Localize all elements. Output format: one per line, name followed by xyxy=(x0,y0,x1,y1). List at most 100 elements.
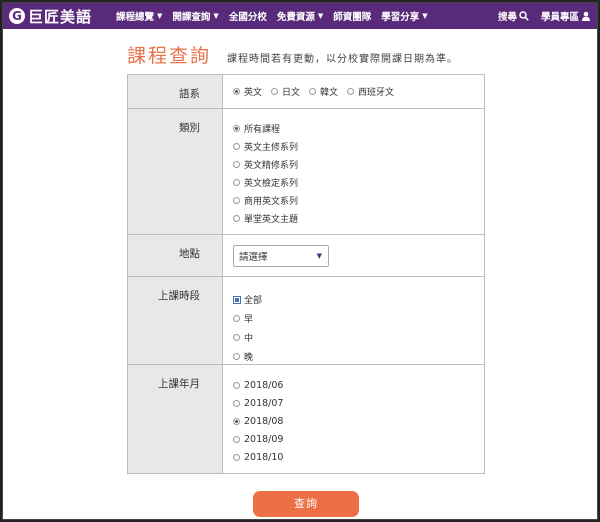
main-menu: 課程總覽 ▼ 開課查詢 ▼ 全國分校 免費資源 ▼ 師資團隊 學習分享 ▼ xyxy=(111,9,486,23)
option-label: 西班牙文 xyxy=(358,88,395,98)
radio-category-single-topic[interactable]: 單堂英文主題 xyxy=(233,209,484,227)
option-label: 日文 xyxy=(282,88,301,98)
radio-indicator xyxy=(233,196,240,204)
radio-indicator xyxy=(347,88,355,95)
form-row-language: 語系 英文 日文 韓文 西班牙文 xyxy=(128,75,484,109)
radio-indicator xyxy=(233,315,240,322)
right-menu: 搜尋 學員專區 xyxy=(486,9,591,23)
radio-indicator xyxy=(233,88,240,95)
menu-item-label: 開課查詢 xyxy=(172,12,211,23)
search-label: 搜尋 xyxy=(497,12,517,23)
radio-time-noon[interactable]: 中 xyxy=(233,328,484,347)
field-label: 地點 xyxy=(128,235,223,276)
form-row-location: 地點 請選擇 ▼ xyxy=(128,235,484,277)
caret-down-icon: ▼ xyxy=(422,12,428,20)
option-label: 全部 xyxy=(244,296,263,306)
radio-indicator xyxy=(233,178,240,186)
form-row-category: 類別 所有課程 英文主修系列 英文精修系列 英文檢定系列 商用英文系列 單堂英文… xyxy=(128,109,484,235)
radio-language-english[interactable]: 英文 xyxy=(233,85,262,98)
option-label: 英文 xyxy=(244,88,263,98)
page-frame: G 巨匠美語 課程總覽 ▼ 開課查詢 ▼ 全國分校 免費資源 ▼ 師資團隊 學習… xyxy=(2,2,598,520)
course-search-form: 語系 英文 日文 韓文 西班牙文 類別 所有課程 英文主修系列 英文精修系列 英… xyxy=(127,74,485,474)
radio-language-spanish[interactable]: 西班牙文 xyxy=(347,85,394,98)
radio-indicator xyxy=(233,417,240,425)
menu-item-label: 全國分校 xyxy=(228,12,267,23)
radio-indicator xyxy=(271,88,279,95)
menu-item-label: 課程總覽 xyxy=(116,12,155,23)
logo-text: 巨匠美語 xyxy=(28,7,93,26)
member-label: 學員專區 xyxy=(540,12,579,23)
radio-time-evening[interactable]: 晚 xyxy=(233,347,484,366)
select-value: 請選擇 xyxy=(239,251,268,263)
menu-item-label: 免費資源 xyxy=(276,12,315,23)
option-label: 英文精修系列 xyxy=(244,160,299,171)
radio-indicator xyxy=(233,142,240,150)
radio-language-japanese[interactable]: 日文 xyxy=(271,85,300,98)
month-options: 2018/06 2018/07 2018/08 2018/09 2018/10 xyxy=(223,365,484,473)
radio-month-2018-09[interactable]: 2018/09 xyxy=(233,430,484,448)
caret-down-icon: ▼ xyxy=(157,12,163,20)
radio-month-2018-08[interactable]: 2018/08 xyxy=(233,412,484,430)
radio-language-korean[interactable]: 韓文 xyxy=(309,85,338,98)
option-label: 早 xyxy=(244,315,254,325)
radio-indicator xyxy=(233,353,240,360)
search-link[interactable]: 搜尋 xyxy=(498,9,529,23)
logo[interactable]: G 巨匠美語 xyxy=(3,6,111,27)
radio-category-major[interactable]: 英文主修系列 xyxy=(233,137,484,155)
menu-item-free-resources[interactable]: 免費資源 ▼ xyxy=(272,9,328,23)
radio-indicator xyxy=(233,399,240,407)
field-label: 上課年月 xyxy=(128,365,223,473)
radio-month-2018-07[interactable]: 2018/07 xyxy=(233,394,484,412)
option-label: 2018/06 xyxy=(244,379,284,391)
time-options: 全部 早 中 晚 xyxy=(223,277,484,364)
radio-indicator xyxy=(233,160,240,168)
menu-item-teachers[interactable]: 師資團隊 xyxy=(328,9,376,23)
radio-indicator xyxy=(233,214,240,222)
page-note: 課程時間若有更動，以分校實際開課日期為準。 xyxy=(227,54,459,65)
option-label: 英文檢定系列 xyxy=(244,178,299,189)
option-label: 2018/09 xyxy=(244,433,284,445)
member-area-link[interactable]: 學員專區 xyxy=(541,9,591,23)
radio-time-morning[interactable]: 早 xyxy=(233,309,484,328)
radio-indicator xyxy=(233,124,240,132)
field-label: 語系 xyxy=(128,75,223,108)
option-label: 商用英文系列 xyxy=(244,196,299,207)
search-submit-button[interactable]: 查詢 xyxy=(253,491,359,517)
menu-item-label: 學習分享 xyxy=(381,12,420,23)
radio-indicator xyxy=(309,88,317,95)
option-label: 2018/08 xyxy=(244,415,284,427)
menu-item-learning-share[interactable]: 學習分享 ▼ xyxy=(376,9,432,23)
option-label: 晚 xyxy=(244,353,254,363)
search-icon xyxy=(519,11,529,21)
option-label: 2018/10 xyxy=(244,451,284,463)
caret-down-icon: ▼ xyxy=(213,12,219,20)
radio-category-business[interactable]: 商用英文系列 xyxy=(233,191,484,209)
form-row-time: 上課時段 全部 早 中 晚 xyxy=(128,277,484,365)
radio-month-2018-10[interactable]: 2018/10 xyxy=(233,448,484,466)
logo-mark-icon: G xyxy=(9,8,25,24)
radio-category-intensive[interactable]: 英文精修系列 xyxy=(233,155,484,173)
menu-item-class-search[interactable]: 開課查詢 ▼ xyxy=(167,9,223,23)
page-header: 課程查詢 課程時間若有更動，以分校實際開課日期為準。 xyxy=(127,41,458,68)
menu-item-branches[interactable]: 全國分校 xyxy=(224,9,272,23)
option-label: 中 xyxy=(244,334,254,344)
category-options: 所有課程 英文主修系列 英文精修系列 英文檢定系列 商用英文系列 單堂英文主題 xyxy=(223,109,484,234)
top-nav: G 巨匠美語 課程總覽 ▼ 開課查詢 ▼ 全國分校 免費資源 ▼ 師資團隊 學習… xyxy=(3,3,597,29)
form-row-month: 上課年月 2018/06 2018/07 2018/08 2018/09 201… xyxy=(128,365,484,473)
checkbox-indicator xyxy=(233,295,241,304)
radio-month-2018-06[interactable]: 2018/06 xyxy=(233,376,484,394)
user-icon xyxy=(582,11,590,21)
radio-indicator xyxy=(233,381,240,389)
location-field: 請選擇 ▼ xyxy=(223,235,484,276)
checkbox-time-all[interactable]: 全部 xyxy=(233,290,484,309)
field-label: 上課時段 xyxy=(128,277,223,364)
radio-category-all[interactable]: 所有課程 xyxy=(233,119,484,137)
radio-indicator xyxy=(233,435,240,443)
chevron-down-icon: ▼ xyxy=(316,251,322,260)
radio-indicator xyxy=(233,453,240,461)
menu-item-course-overview[interactable]: 課程總覽 ▼ xyxy=(111,9,167,23)
radio-category-certification[interactable]: 英文檢定系列 xyxy=(233,173,484,191)
location-select[interactable]: 請選擇 ▼ xyxy=(233,244,329,267)
field-label: 類別 xyxy=(128,109,223,234)
option-label: 英文主修系列 xyxy=(244,142,299,153)
